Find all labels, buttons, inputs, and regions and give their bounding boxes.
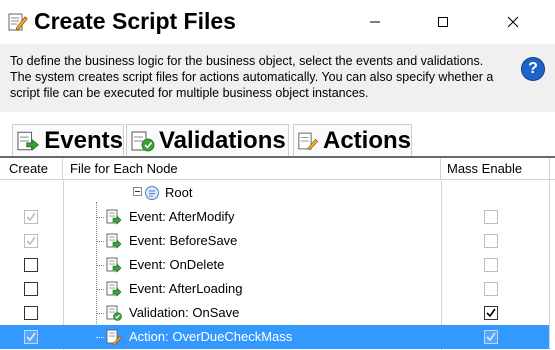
node-label: Event: AfterModify	[129, 209, 235, 224]
file-cell: Root	[63, 181, 441, 205]
tab-actions[interactable]: Actions	[293, 124, 412, 156]
checkmark-icon	[26, 212, 36, 222]
table-row[interactable]: Event: AfterLoading	[0, 277, 549, 301]
create-checkbox[interactable]	[24, 306, 38, 320]
tree-connector	[96, 313, 104, 314]
create-checkbox[interactable]	[24, 330, 38, 344]
window-title: Create Script Files	[34, 8, 236, 34]
help-icon: ?	[528, 60, 538, 77]
table-row-selected[interactable]: Action: OverDueCheckMass	[0, 325, 549, 349]
tree-row-root[interactable]: Root	[0, 181, 549, 205]
event-file-icon	[106, 257, 122, 273]
description-panel: To define the business logic for the bus…	[0, 44, 555, 112]
grid-right-border	[549, 158, 550, 350]
close-button[interactable]	[490, 0, 536, 44]
create-cell	[0, 301, 63, 325]
grid-header: Create File for Each Node Mass Enable	[0, 158, 555, 180]
checkmark-icon	[26, 332, 36, 342]
mass-cell	[441, 253, 549, 277]
tab-validations[interactable]: Validations	[126, 124, 289, 156]
action-script-icon	[298, 132, 319, 150]
file-cell: Event: AfterModify	[63, 205, 441, 229]
minimize-icon	[370, 21, 380, 23]
tree-connector	[96, 217, 104, 218]
create-checkbox[interactable]	[24, 258, 38, 272]
mass-enable-checkbox[interactable]	[484, 306, 498, 320]
checkmark-icon	[486, 332, 496, 342]
create-cell	[0, 253, 63, 277]
tab-validations-label: Validations	[159, 126, 286, 154]
checkmark-icon	[26, 236, 36, 246]
mass-enable-checkbox[interactable]	[484, 258, 498, 272]
tab-bar: Events Validations Actions	[0, 112, 555, 156]
script-file-grid: Create File for Each Node Mass Enable Ro…	[0, 156, 555, 350]
minimize-button[interactable]	[352, 0, 398, 44]
table-row[interactable]: Event: OnDelete	[0, 253, 549, 277]
create-checkbox[interactable]	[24, 234, 38, 248]
create-cell	[0, 205, 63, 229]
file-cell: Validation: OnSave	[63, 301, 441, 325]
mass-enable-checkbox[interactable]	[484, 234, 498, 248]
file-cell: Event: BeforeSave	[63, 229, 441, 253]
create-checkbox[interactable]	[24, 210, 38, 224]
mass-cell	[441, 205, 549, 229]
mass-cell	[441, 277, 549, 301]
tab-actions-label: Actions	[322, 126, 411, 154]
file-cell: Event: AfterLoading	[63, 277, 441, 301]
mass-cell	[441, 325, 549, 349]
create-cell	[0, 325, 63, 349]
collapse-toggle[interactable]	[133, 187, 142, 196]
node-label: Action: OverDueCheckMass	[129, 329, 293, 344]
table-row[interactable]: Event: BeforeSave	[0, 229, 549, 253]
mass-enable-checkbox[interactable]	[484, 210, 498, 224]
tab-events[interactable]: Events	[12, 124, 124, 156]
event-script-icon	[17, 131, 39, 151]
create-cell	[0, 229, 63, 253]
event-file-icon	[106, 209, 122, 225]
create-cell	[0, 277, 63, 301]
event-file-icon	[106, 281, 122, 297]
mass-enable-checkbox[interactable]	[484, 330, 498, 344]
node-icon	[145, 186, 159, 200]
mass-enable-checkbox[interactable]	[484, 282, 498, 296]
validation-script-icon	[131, 131, 155, 151]
event-file-icon	[106, 233, 122, 249]
node-label: Validation: OnSave	[129, 305, 240, 320]
column-header-file[interactable]: File for Each Node	[63, 158, 441, 180]
column-header-mass-enable[interactable]: Mass Enable	[441, 158, 555, 180]
tree-connector	[96, 241, 104, 242]
title-bar: Create Script Files	[0, 0, 555, 44]
mass-cell	[441, 301, 549, 325]
close-icon	[507, 16, 519, 28]
file-cell: Event: OnDelete	[63, 253, 441, 277]
checkmark-icon	[486, 308, 496, 318]
tab-events-label: Events	[44, 126, 123, 154]
maximize-icon	[438, 17, 448, 27]
tree-connector	[96, 265, 104, 266]
node-label: Event: BeforeSave	[129, 233, 238, 248]
maximize-button[interactable]	[420, 0, 466, 44]
table-row[interactable]: Validation: OnSave	[0, 301, 549, 325]
table-row[interactable]: Event: AfterModify	[0, 205, 549, 229]
node-label: Event: AfterLoading	[129, 281, 243, 296]
mass-cell	[441, 229, 549, 253]
help-button[interactable]: ?	[521, 57, 545, 81]
action-file-icon	[106, 329, 122, 345]
column-header-create[interactable]: Create	[0, 158, 63, 180]
file-cell: Action: OverDueCheckMass	[63, 325, 441, 349]
tree-connector	[96, 337, 104, 338]
node-label-root: Root	[165, 185, 193, 200]
description-text: To define the business logic for the bus…	[10, 54, 494, 100]
script-app-icon	[8, 13, 28, 31]
tree-connector	[96, 289, 104, 290]
create-checkbox[interactable]	[24, 282, 38, 296]
validation-file-icon	[106, 305, 122, 321]
node-label: Event: OnDelete	[129, 257, 225, 272]
